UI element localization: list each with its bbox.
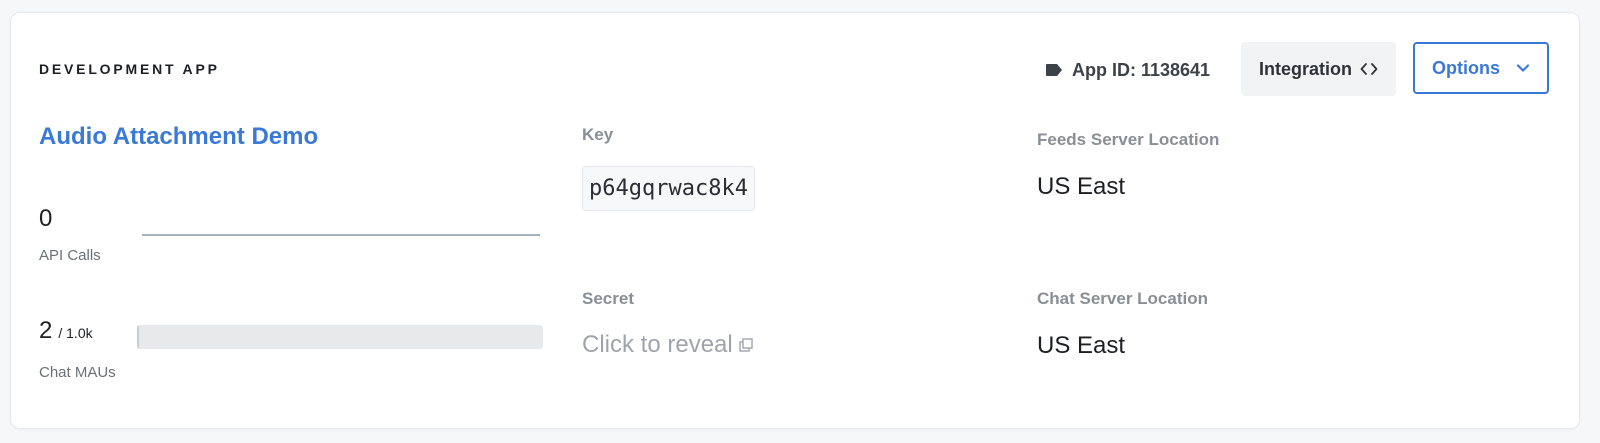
options-button[interactable]: Options bbox=[1413, 42, 1549, 94]
chat-maus-value: 2 / 1.0k bbox=[39, 317, 93, 345]
code-icon bbox=[1360, 63, 1378, 75]
integration-button-label: Integration bbox=[1259, 58, 1352, 79]
key-value[interactable]: p64gqrwac8k4 bbox=[582, 166, 755, 211]
chat-maus-progress-bar bbox=[137, 325, 543, 349]
chat-maus-progress-fill bbox=[137, 325, 139, 349]
app-id-text: App ID: 1138641 bbox=[1072, 59, 1211, 80]
feeds-location-label: Feeds Server Location bbox=[1037, 130, 1220, 149]
integration-button[interactable]: Integration bbox=[1241, 42, 1396, 96]
options-button-label: Options bbox=[1432, 57, 1500, 78]
secret-reveal-text: Click to reveal bbox=[582, 331, 733, 358]
api-calls-label: API Calls bbox=[39, 247, 101, 264]
secret-label: Secret bbox=[582, 289, 634, 308]
api-calls-sparkline bbox=[142, 234, 540, 236]
chat-maus-limit: / 1.0k bbox=[58, 325, 93, 341]
app-id: App ID: 1138641 bbox=[1046, 58, 1210, 82]
chat-maus-label: Chat MAUs bbox=[39, 364, 116, 381]
environment-label: DEVELOPMENT APP bbox=[39, 61, 220, 77]
external-link-icon bbox=[739, 338, 753, 352]
key-label: Key bbox=[582, 125, 614, 144]
app-card: DEVELOPMENT APP App ID: 1138641 Integrat… bbox=[10, 12, 1580, 429]
chat-location-value: US East bbox=[1037, 332, 1126, 359]
tag-icon bbox=[1046, 64, 1062, 76]
feeds-location-value: US East bbox=[1037, 173, 1126, 200]
app-name-link[interactable]: Audio Attachment Demo bbox=[39, 123, 318, 151]
chat-maus-count: 2 bbox=[39, 317, 53, 344]
chat-location-label: Chat Server Location bbox=[1037, 289, 1208, 308]
secret-reveal-link[interactable]: Click to reveal bbox=[582, 331, 753, 359]
api-calls-value: 0 bbox=[39, 205, 53, 232]
chevron-down-icon bbox=[1516, 64, 1530, 72]
